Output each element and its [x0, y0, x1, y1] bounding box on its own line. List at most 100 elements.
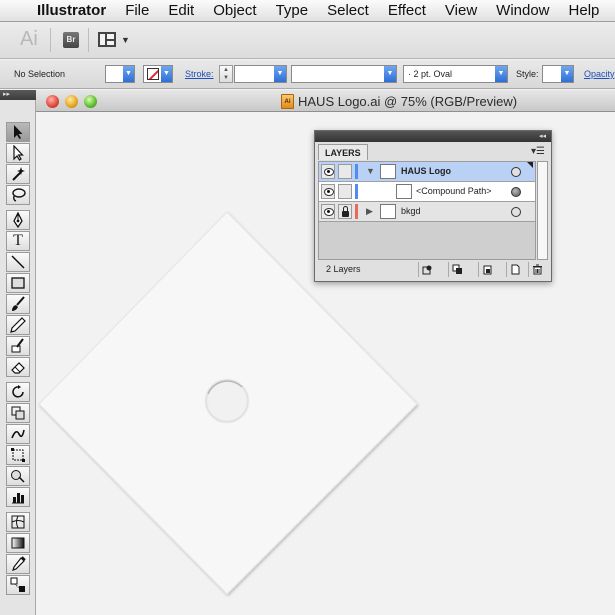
mesh-tool[interactable] — [6, 512, 30, 532]
menu-select[interactable]: Select — [327, 0, 369, 22]
delete-layer-button[interactable] — [528, 262, 546, 277]
menu-file[interactable]: File — [125, 0, 149, 22]
eye-icon[interactable] — [321, 204, 335, 219]
expand-triangle-icon[interactable]: ▶ — [366, 206, 373, 221]
layer-thumbnail — [380, 204, 396, 219]
lasso-icon — [12, 188, 26, 202]
graph-tool[interactable] — [6, 487, 30, 507]
target-circle-icon[interactable] — [511, 167, 521, 177]
layer-row-haus-logo[interactable]: ▼ HAUS Logo — [319, 162, 535, 182]
type-tool[interactable]: T — [6, 231, 30, 251]
rectangle-tool[interactable] — [6, 273, 30, 293]
trash-icon — [533, 264, 542, 275]
brush-definition-select[interactable]: · 2 pt. Oval ▼ — [403, 65, 508, 83]
layer-name[interactable]: bkgd — [401, 206, 421, 221]
menu-app-name[interactable]: Illustrator — [37, 2, 106, 19]
chevron-down-icon[interactable]: ▼ — [274, 66, 286, 82]
lock-icon[interactable] — [338, 204, 352, 219]
panel-collapse-bar[interactable]: ◂◂ — [315, 131, 551, 142]
chevron-down-icon[interactable]: ▼ — [561, 66, 573, 82]
pencil-tool[interactable] — [6, 315, 30, 335]
chevron-down-icon[interactable]: ▼ — [495, 66, 507, 82]
rotate-tool[interactable] — [6, 382, 30, 402]
layer-color-indicator — [355, 164, 358, 179]
brush-definition-value: · 2 pt. Oval — [408, 69, 453, 79]
warp-tool[interactable] — [6, 424, 30, 444]
stroke-panel-link[interactable]: Stroke: — [185, 69, 214, 79]
expand-triangle-icon[interactable]: ▼ — [366, 166, 375, 181]
pen-tool[interactable] — [6, 210, 30, 230]
panel-menu-icon[interactable]: ▾☰ — [531, 146, 545, 157]
eye-icon[interactable] — [321, 184, 335, 199]
magic-wand-icon — [12, 167, 25, 181]
scale-tool[interactable] — [6, 403, 30, 423]
tools-panel-header[interactable]: ▸▸ — [0, 90, 36, 100]
bridge-button[interactable]: Br — [63, 32, 79, 48]
selection-status: No Selection — [14, 69, 66, 79]
direct-selection-tool[interactable] — [6, 143, 30, 163]
menu-type[interactable]: Type — [276, 0, 309, 22]
magic-wand-tool[interactable] — [6, 164, 30, 184]
variable-width-profile-select[interactable]: ▼ — [291, 65, 397, 83]
zoom-window-button[interactable] — [84, 95, 97, 108]
lasso-tool[interactable] — [6, 185, 30, 205]
eyedropper-tool[interactable] — [6, 554, 30, 574]
locate-object-icon — [422, 265, 432, 275]
tab-layers[interactable]: LAYERS — [318, 144, 368, 160]
chevron-down-icon[interactable]: ▼ — [384, 66, 396, 82]
menu-help[interactable]: Help — [569, 0, 600, 22]
blob-brush-tool[interactable] — [6, 336, 30, 356]
control-bar: No Selection ▼ ▼ Stroke: ▲ ▼ ▼ ▼ · 2 pt. … — [0, 60, 615, 89]
minimize-window-button[interactable] — [65, 95, 78, 108]
target-circle-icon[interactable] — [511, 207, 521, 217]
blend-tool[interactable] — [6, 575, 30, 595]
opacity-panel-link[interactable]: Opacity — [584, 69, 615, 79]
graphic-style-swatch[interactable]: ▼ — [542, 65, 574, 83]
target-circle-icon[interactable] — [511, 187, 521, 197]
bar-graph-icon — [12, 493, 24, 504]
arrange-documents-icon[interactable] — [98, 32, 116, 47]
new-sublayer-icon — [483, 265, 492, 275]
chevron-down-icon[interactable]: ▼ — [123, 66, 134, 82]
menu-view[interactable]: View — [445, 0, 477, 22]
menu-window[interactable]: Window — [496, 0, 549, 22]
make-clipping-mask-button[interactable] — [448, 262, 466, 277]
menu-effect[interactable]: Effect — [388, 0, 426, 22]
pencil-icon — [10, 317, 26, 333]
menu-edit[interactable]: Edit — [168, 0, 194, 22]
eraser-icon — [11, 362, 25, 374]
layer-thumbnail — [380, 164, 396, 179]
line-segment-tool[interactable] — [6, 252, 30, 272]
layer-name[interactable]: HAUS Logo — [401, 166, 451, 181]
menu-object[interactable]: Object — [213, 0, 256, 22]
stroke-weight-stepper[interactable]: ▲ ▼ — [219, 65, 233, 83]
ai-logo: Ai — [20, 28, 38, 50]
layer-name[interactable]: <Compound Path> — [416, 186, 492, 201]
locate-object-button[interactable] — [418, 262, 436, 277]
stroke-swatch[interactable]: ▼ — [143, 65, 173, 83]
chevron-down-icon[interactable]: ▼ — [121, 35, 130, 45]
lock-toggle[interactable] — [338, 184, 352, 199]
eraser-tool[interactable] — [6, 357, 30, 377]
paintbrush-tool[interactable] — [6, 294, 30, 314]
new-layer-button[interactable] — [506, 262, 524, 277]
layer-row-bkgd[interactable]: ▶ bkgd — [319, 202, 535, 222]
chevron-down-icon[interactable]: ▼ — [161, 66, 172, 82]
gradient-tool[interactable] — [6, 533, 30, 553]
haus-logo-hole[interactable] — [205, 379, 249, 423]
new-sublayer-button[interactable] — [478, 262, 496, 277]
selection-tool[interactable] — [6, 122, 30, 142]
new-layer-icon — [511, 264, 520, 275]
free-transform-tool[interactable] — [6, 445, 30, 465]
lock-toggle[interactable] — [338, 164, 352, 179]
stroke-weight-field[interactable]: ▼ — [234, 65, 287, 83]
shape-builder-tool[interactable] — [6, 466, 30, 486]
close-window-button[interactable] — [46, 95, 59, 108]
layer-row-compound-path[interactable]: <Compound Path> — [319, 182, 535, 202]
layers-scrollbar[interactable] — [537, 161, 548, 260]
arrow-icon — [14, 125, 23, 139]
eye-icon[interactable] — [321, 164, 335, 179]
hollow-arrow-icon — [13, 145, 24, 161]
fill-swatch[interactable]: ▼ — [105, 65, 135, 83]
menu-bar: Illustrator File Edit Object Type Select… — [0, 0, 615, 22]
